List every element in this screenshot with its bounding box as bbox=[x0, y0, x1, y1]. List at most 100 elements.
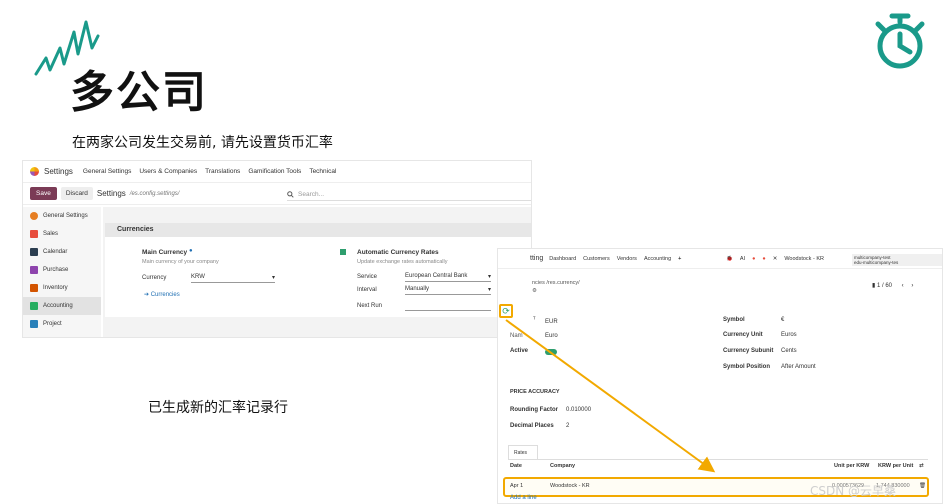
currency-subunit-value[interactable]: Cents bbox=[781, 348, 797, 354]
sidebar-item-calendar[interactable]: Calendar bbox=[23, 243, 101, 261]
nav-gamification-tools[interactable]: Gamification Tools bbox=[248, 168, 301, 175]
nav-accounting[interactable]: Accounting bbox=[644, 256, 671, 262]
project-icon bbox=[30, 320, 38, 328]
currencies-link[interactable]: ➔ Currencies bbox=[144, 291, 180, 298]
sidebar-item-project[interactable]: Project bbox=[23, 315, 101, 333]
discard-button[interactable]: Discard bbox=[60, 187, 93, 200]
col-krw-per-unit[interactable]: KRW per Unit bbox=[878, 463, 913, 469]
help-icon[interactable]: ● bbox=[189, 248, 193, 254]
nav-customers[interactable]: Customers bbox=[583, 256, 610, 262]
active-label: Active bbox=[510, 348, 529, 354]
main-currency-title: Main Currency bbox=[142, 249, 188, 256]
systray: 🐞 AI ● ● ✕ Woodstock - KR bbox=[726, 256, 831, 262]
name-value[interactable]: Euro bbox=[545, 333, 558, 339]
symbol-position-label: Symbol Position bbox=[723, 364, 771, 370]
symbol-position-value[interactable]: After Amount bbox=[781, 364, 816, 370]
col-company[interactable]: Company bbox=[550, 463, 575, 469]
column-settings-icon[interactable]: ⇄ bbox=[919, 463, 924, 469]
database-tag: multicompany-test edu-multicompany-tes bbox=[852, 254, 942, 266]
settings-screenshot: Settings General Settings Users & Compan… bbox=[22, 160, 532, 338]
chevron-down-icon: ▾ bbox=[487, 274, 491, 280]
active-toggle[interactable] bbox=[545, 349, 557, 355]
search-input[interactable]: Search... bbox=[287, 189, 531, 201]
add-line-link[interactable]: Add a line bbox=[510, 495, 537, 501]
caption-bottom: 已生成新的汇率记录行 bbox=[148, 400, 288, 416]
symbol-label: Symbol bbox=[723, 317, 745, 323]
currency-unit-label: Currency Unit bbox=[723, 332, 763, 338]
currency-code-label: ᵀ bbox=[533, 317, 536, 323]
decimal-places-value[interactable]: 2 bbox=[566, 423, 569, 429]
currency-select[interactable]: KRW ▾ bbox=[191, 274, 275, 283]
watermark: CSDN @云早桑 bbox=[810, 484, 897, 498]
bug-icon[interactable]: 🐞 bbox=[726, 256, 733, 262]
sidebar-item-inventory[interactable]: Inventory bbox=[23, 279, 101, 297]
nav-translations[interactable]: Translations bbox=[205, 168, 240, 175]
caption-top: 在两家公司发生交易前, 请先设置货币汇率 bbox=[72, 135, 333, 151]
general-settings-icon bbox=[30, 212, 38, 220]
purchase-icon bbox=[30, 266, 38, 274]
slide-title: 多公司 bbox=[70, 67, 208, 118]
app-menu-icon[interactable] bbox=[30, 167, 39, 176]
gear-icon[interactable]: ⚙ bbox=[532, 288, 580, 294]
nav-general-settings[interactable]: General Settings bbox=[83, 168, 131, 175]
refresh-icon: ⟳ bbox=[502, 305, 510, 316]
auto-rates-title: Automatic Currency Rates bbox=[357, 249, 439, 256]
col-unit-per-krw[interactable]: Unit per KRW bbox=[834, 463, 869, 469]
calendar-icon bbox=[30, 248, 38, 256]
app-name[interactable]: tting bbox=[530, 255, 543, 262]
stopwatch-logo-icon bbox=[875, 13, 925, 69]
breadcrumb[interactable]: ncies /res.currency/ ⚙ bbox=[532, 280, 580, 294]
settings-main: Currencies Main Currency ● Main currency… bbox=[103, 207, 531, 337]
refresh-rates-button[interactable]: ⟳ bbox=[499, 304, 513, 318]
tools-icon[interactable]: ✕ bbox=[773, 256, 778, 262]
search-icon bbox=[287, 191, 294, 198]
service-label: Service bbox=[357, 274, 378, 280]
chevron-down-icon: ▾ bbox=[271, 275, 275, 281]
pager-next-button[interactable]: › bbox=[911, 283, 913, 289]
delete-row-icon[interactable]: 🗑 bbox=[919, 483, 926, 489]
rounding-factor-value[interactable]: 0.010000 bbox=[566, 407, 591, 413]
sidebar-item-sales[interactable]: Sales bbox=[23, 225, 101, 243]
currencies-panel: Main Currency ● Main currency of your co… bbox=[105, 237, 531, 317]
currency-form: ᵀ EUR Nam Euro Active Symbol € Currency … bbox=[498, 303, 942, 503]
search-placeholder: Search... bbox=[298, 191, 325, 198]
breadcrumb[interactable]: Settings bbox=[97, 189, 126, 198]
model-path: /es.config.settings/ bbox=[129, 190, 180, 197]
main-currency-desc: Main currency of your company bbox=[142, 259, 219, 265]
tab-rates[interactable]: Rates bbox=[508, 445, 538, 459]
decimal-places-label: Decimal Places bbox=[510, 423, 554, 429]
pager-prev-button[interactable]: ‹ bbox=[902, 283, 904, 289]
auto-rates-checkbox[interactable] bbox=[340, 249, 346, 255]
activity-icon[interactable]: ● bbox=[762, 256, 765, 262]
currency-subunit-label: Currency Subunit bbox=[723, 348, 774, 354]
app-name[interactable]: Settings bbox=[44, 167, 73, 176]
price-accuracy-title: PRICE ACCURACY bbox=[510, 389, 560, 395]
sidebar-item-purchase[interactable]: Purchase bbox=[23, 261, 101, 279]
ai-icon[interactable]: AI bbox=[740, 256, 745, 262]
nav-vendors[interactable]: Vendors bbox=[617, 256, 637, 262]
row-date[interactable]: Apr 1 bbox=[510, 483, 523, 489]
add-icon[interactable]: + bbox=[678, 256, 681, 262]
service-select[interactable]: European Central Bank ▾ bbox=[405, 273, 491, 282]
next-run-field[interactable] bbox=[405, 302, 491, 311]
col-date[interactable]: Date bbox=[510, 463, 522, 469]
currency-code-value[interactable]: EUR bbox=[545, 319, 558, 325]
pager: ▮ 1 / 60 ‹ › bbox=[872, 283, 914, 289]
nav-technical[interactable]: Technical bbox=[309, 168, 336, 175]
currency-label: Currency bbox=[142, 275, 167, 281]
currency-form-screenshot: tting Dashboard Customers Vendors Accoun… bbox=[497, 248, 943, 504]
interval-select[interactable]: Manually ▾ bbox=[405, 286, 491, 295]
sidebar-item-accounting[interactable]: Accounting bbox=[23, 297, 101, 315]
tab-divider bbox=[508, 459, 928, 460]
nav-users-companies[interactable]: Users & Companies bbox=[139, 168, 197, 175]
chevron-down-icon: ▾ bbox=[487, 287, 491, 293]
chat-icon[interactable]: ● bbox=[752, 256, 755, 262]
currency-unit-value[interactable]: Euros bbox=[781, 332, 797, 338]
company-switcher[interactable]: Woodstock - KR bbox=[784, 256, 824, 262]
symbol-value[interactable]: € bbox=[781, 317, 784, 323]
row-company[interactable]: Woodstock - KR bbox=[550, 483, 590, 489]
nav-dashboard[interactable]: Dashboard bbox=[549, 256, 576, 262]
sidebar-item-general-settings[interactable]: General Settings bbox=[23, 207, 101, 225]
pin-icon[interactable]: ▮ bbox=[872, 283, 875, 289]
save-button[interactable]: Save bbox=[30, 187, 57, 200]
